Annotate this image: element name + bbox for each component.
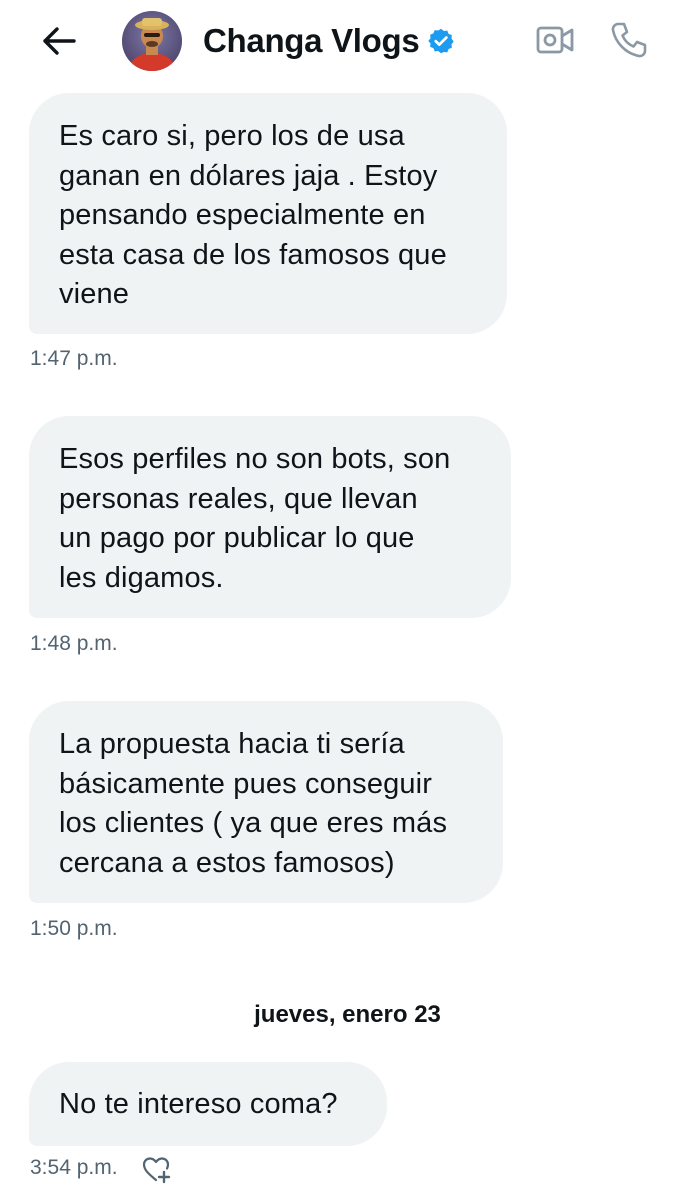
message-text-line: viene — [59, 278, 130, 310]
message-text-line: los clientes ( ya que eres más — [59, 807, 448, 839]
avatar[interactable] — [122, 11, 182, 71]
voice-call-button[interactable] — [607, 18, 651, 62]
message-text-line: No te intereso coma? — [59, 1088, 338, 1120]
message-text-line: ganan en dólares jaja . Estoy — [59, 159, 438, 192]
conversation-header: Changa Vlogs — [0, 0, 695, 80]
message-text-line: cercana a estos famosos) — [59, 846, 395, 879]
message-text-line: pensando especialmente en — [59, 199, 426, 231]
contact-name-link[interactable]: Changa Vlogs — [203, 18, 455, 64]
back-button[interactable] — [38, 20, 80, 62]
message-timestamp: 3:54 p.m. — [30, 1156, 118, 1179]
message-timestamp: 1:50 p.m. — [30, 917, 118, 940]
message-bubble[interactable]: Esos perfiles no son bots, son personas … — [29, 416, 511, 618]
video-camera-icon — [536, 26, 574, 54]
message-text-line: esta casa de los famosos que — [59, 238, 447, 271]
date-divider: jueves, enero 23 — [0, 1001, 695, 1029]
message-timestamp: 1:47 p.m. — [30, 347, 118, 370]
profile-photo — [122, 11, 182, 71]
add-reaction-button[interactable] — [140, 1153, 172, 1185]
contact-name: Changa Vlogs — [203, 22, 420, 59]
video-call-button[interactable] — [533, 20, 577, 60]
message-text-line: Es caro si, pero los de usa — [59, 120, 405, 152]
phone-icon — [611, 22, 647, 58]
message-text-line: personas reales, que llevan — [59, 482, 418, 515]
verified-badge-icon — [427, 27, 455, 55]
message-text-line: básicamente pues conseguir — [59, 767, 433, 800]
message-timestamp: 1:48 p.m. — [30, 632, 118, 655]
message-bubble[interactable]: La propuesta hacia ti sería básicamente … — [29, 701, 503, 903]
arrow-left-icon — [43, 27, 76, 55]
message-text-line: un pago por publicar lo que — [59, 522, 415, 554]
message-text-line: La propuesta hacia ti sería — [59, 728, 405, 760]
date-divider-label: jueves, enero 23 — [254, 1001, 441, 1028]
message-text-line: les digamos. — [59, 561, 224, 594]
heart-plus-icon — [142, 1157, 171, 1184]
message-text-line: Esos perfiles no son bots, son — [59, 443, 451, 475]
message-bubble[interactable]: Es caro si, pero los de usa ganan en dól… — [29, 93, 507, 334]
message-bubble[interactable]: No te intereso coma? — [29, 1062, 387, 1146]
